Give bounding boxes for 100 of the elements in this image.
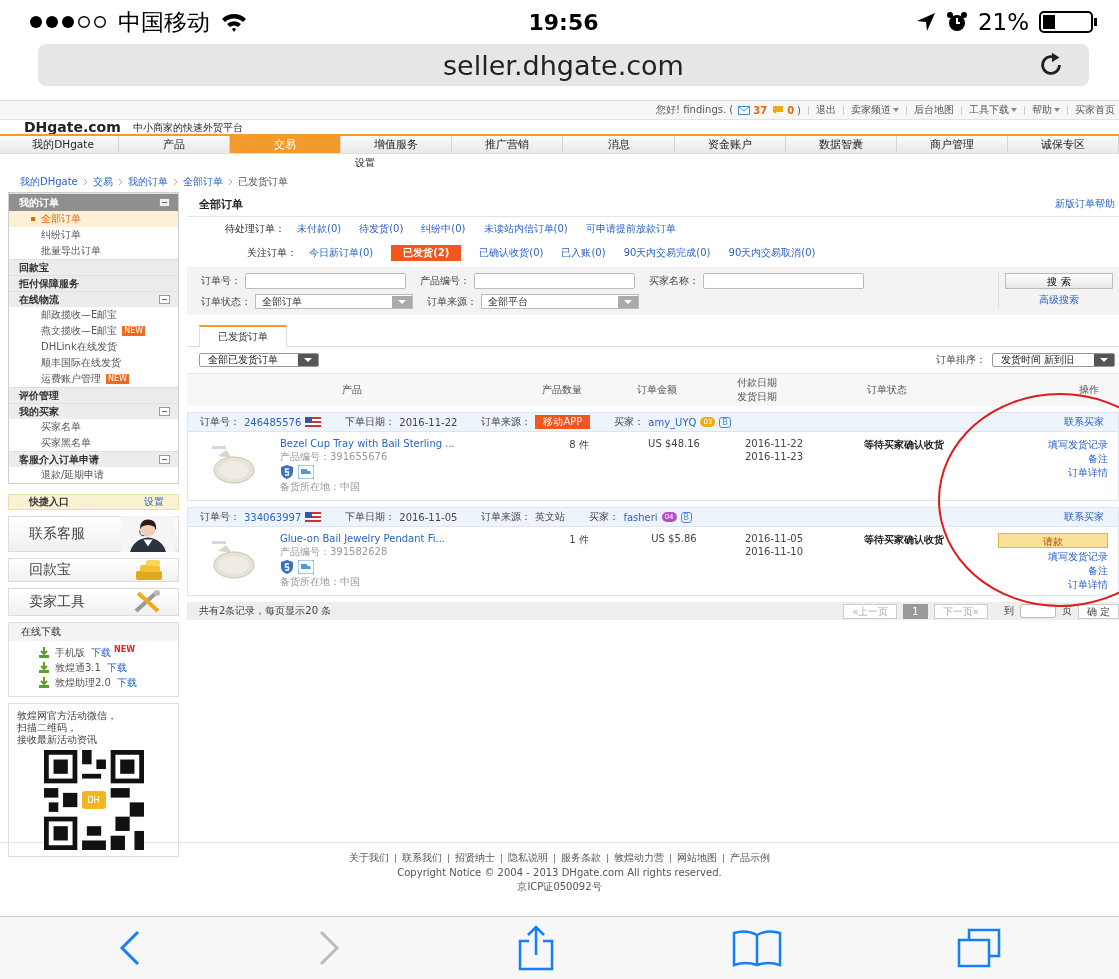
qr-caption: 敦煌网官方活动微信，	[17, 710, 118, 722]
sidebar-section[interactable]: 我的买家	[9, 403, 178, 419]
collapse-icon	[159, 455, 170, 464]
footer-link[interactable]: 产品示例	[730, 851, 770, 865]
footer-link[interactable]: 联系我们	[402, 851, 442, 865]
sidebar-section[interactable]: 在线物流	[9, 291, 178, 307]
page-input[interactable]	[1019, 604, 1056, 618]
breadcrumb-link[interactable]: 我的DHgate	[20, 175, 78, 189]
confirm-button[interactable]: 确 定	[1077, 603, 1119, 619]
buyer-link[interactable]: amy_UYQ	[648, 416, 697, 428]
filter-link[interactable]: 未读站内信订单(0)	[483, 222, 568, 236]
action-link[interactable]: 备注	[1088, 452, 1108, 466]
footer-link[interactable]: 隐私说明	[508, 851, 548, 865]
top-link[interactable]: 后台地图	[914, 103, 954, 117]
order-number-link[interactable]: 334063997	[244, 511, 302, 523]
sidebar-section[interactable]: 回款宝	[9, 259, 178, 275]
input-field[interactable]	[703, 273, 864, 289]
product-link[interactable]: Bezel Cup Tray with Bail Sterling ...	[280, 438, 455, 449]
input-field[interactable]	[245, 273, 406, 289]
app-name: 敦煌通3.1	[55, 660, 101, 675]
product-link[interactable]: Glue-on Bail Jewelry Pendant Fi...	[280, 533, 445, 544]
tabs-icon[interactable]	[957, 928, 1002, 968]
filter-link[interactable]: 已确认收货(0)	[479, 246, 544, 260]
top-link[interactable]: 卖家频道	[851, 103, 899, 117]
collapse-icon	[159, 407, 170, 416]
tab[interactable]: 已发货订单	[199, 325, 287, 347]
address-bar[interactable]: seller.dhgate.com	[38, 44, 1089, 86]
footer-link[interactable]: 服务条款	[561, 851, 601, 865]
filter-link[interactable]: 待发货(0)	[359, 222, 404, 236]
action-link[interactable]: 订单详情	[1068, 466, 1108, 480]
sort-label: 订单排序：	[935, 353, 986, 367]
footer-link[interactable]: 敦煌动力营	[614, 851, 664, 865]
breadcrumb-link[interactable]: 已发货订单	[237, 175, 288, 189]
contact-buyer-link[interactable]: 联系买家	[1064, 510, 1104, 524]
order-number-link[interactable]: 246485576	[244, 416, 302, 428]
nav-tab[interactable]: 我的DHgate	[8, 136, 120, 153]
download-link[interactable]: 下载	[91, 645, 111, 660]
sort-select[interactable]: 发货时间 新到旧	[991, 353, 1115, 367]
footer-link[interactable]: 招贤纳士	[455, 851, 495, 865]
filter-link[interactable]: 可申请提前放款订单	[585, 222, 676, 236]
nav-tab[interactable]: 数据智囊	[785, 136, 897, 153]
request-payment-button[interactable]: 请款	[998, 533, 1108, 548]
action-link[interactable]: 填写发货记录	[1048, 550, 1108, 564]
nav-tab[interactable]: 商户管理	[896, 136, 1008, 153]
dropdown-select[interactable]: 全部平台	[481, 294, 639, 309]
qr-code: DH	[43, 750, 144, 850]
breadcrumb-link[interactable]: 我的订单	[127, 175, 168, 189]
download-link[interactable]: 下载	[106, 660, 127, 675]
action-link[interactable]: 订单详情	[1068, 578, 1108, 592]
order-source: 移动APP	[535, 415, 591, 429]
download-link[interactable]: 下载	[116, 675, 137, 690]
nav-tab[interactable]: 推广营销	[452, 136, 564, 153]
settings-link[interactable]: 设置	[144, 495, 164, 509]
payment-date: 2016-11-05	[744, 533, 804, 544]
sub-nav-link[interactable]: 设置	[355, 156, 375, 170]
footer-link[interactable]: 网站地图	[677, 851, 717, 865]
filter-link[interactable]: 纠纷中(0)	[421, 222, 466, 236]
input-field[interactable]	[474, 273, 635, 289]
help-link[interactable]: 新版订单帮助	[1055, 197, 1115, 211]
page-unit-label: 页	[1061, 604, 1072, 618]
filter-link[interactable]: 90天内交易完成(0)	[623, 246, 711, 260]
buyer-link[interactable]: fasheri	[623, 511, 658, 523]
site-logo[interactable]: DHgate.com	[24, 120, 121, 134]
filter-link[interactable]: 今日新订单(0)	[309, 246, 374, 260]
advanced-search-link[interactable]: 高级搜索	[1039, 293, 1079, 307]
top-link[interactable]: 退出	[816, 103, 836, 117]
shortcut-card[interactable]: 卖家工具	[8, 588, 179, 616]
order-source-label: 订单来源：	[481, 510, 532, 524]
top-link[interactable]: 买家首页	[1075, 103, 1115, 117]
book-icon[interactable]	[731, 929, 782, 967]
footer-link[interactable]: 关于我们	[349, 851, 389, 865]
action-link[interactable]: 备注	[1088, 564, 1108, 578]
filter-link[interactable]: 90天内交易取消(0)	[728, 246, 816, 260]
action-link[interactable]: 填写发货记录	[1048, 438, 1108, 452]
top-link[interactable]: 工具下载	[969, 103, 1017, 117]
back-icon[interactable]	[117, 930, 142, 966]
product-number: 产品编号：391655676	[280, 450, 389, 464]
top-link[interactable]: 帮助	[1032, 103, 1060, 117]
sidebar-section[interactable]: 拒付保障服务	[9, 275, 178, 291]
shortcut-card[interactable]: 回款宝	[8, 558, 179, 582]
nav-tab[interactable]: 诚保专区	[1007, 136, 1119, 153]
alarm-clock-icon	[945, 11, 968, 33]
breadcrumb-link[interactable]: 交易	[92, 175, 113, 189]
shortcut-card[interactable]: 联系客服	[8, 516, 179, 552]
nav-tab[interactable]: 增值服务	[341, 136, 453, 153]
nav-tab[interactable]: 消息	[563, 136, 675, 153]
filter-link[interactable]: 未付款(0)	[297, 222, 342, 236]
filter-select[interactable]: 全部已发货订单	[199, 353, 319, 367]
sidebar-section[interactable]: 客服介入订单申请	[9, 451, 178, 467]
caret-icon	[1011, 108, 1017, 112]
download-icon	[39, 677, 49, 688]
nav-tab[interactable]: 资金账户	[674, 136, 786, 153]
search-button[interactable]: 搜 索	[1005, 273, 1113, 289]
dropdown-select[interactable]: 全部订单	[255, 294, 413, 309]
stock-location: 备货所在地：中国	[280, 480, 361, 494]
filter-link[interactable]: 已入账(0)	[561, 246, 606, 260]
sidebar-section[interactable]: 评价管理	[9, 387, 178, 403]
contact-buyer-link[interactable]: 联系买家	[1064, 415, 1104, 429]
breadcrumb-link[interactable]: 全部订单	[182, 175, 223, 189]
order-date: 2016-11-05	[399, 511, 458, 523]
